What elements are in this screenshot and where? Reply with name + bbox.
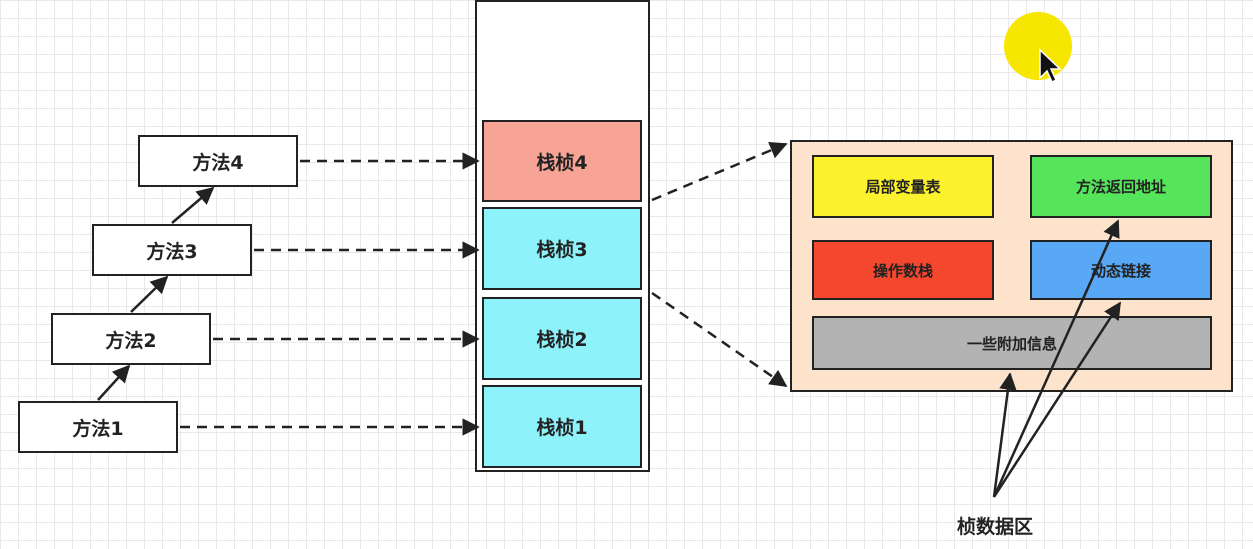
- caption-arrow-dynamic-linking: [992, 301, 1122, 498]
- connector-layer: [97, 48, 1122, 498]
- caption-arrow-return-address: [992, 219, 1120, 498]
- dashed-zoom-bottom: [651, 291, 788, 388]
- call-arrow-2-3: [130, 275, 169, 313]
- pointer-cursor-icon: [1039, 48, 1062, 84]
- call-arrow-3-4: [171, 186, 215, 224]
- call-arrow-1-2: [97, 364, 131, 401]
- frame-data-caption: 桢数据区: [956, 516, 1033, 538]
- dashed-zoom-top: [651, 141, 788, 202]
